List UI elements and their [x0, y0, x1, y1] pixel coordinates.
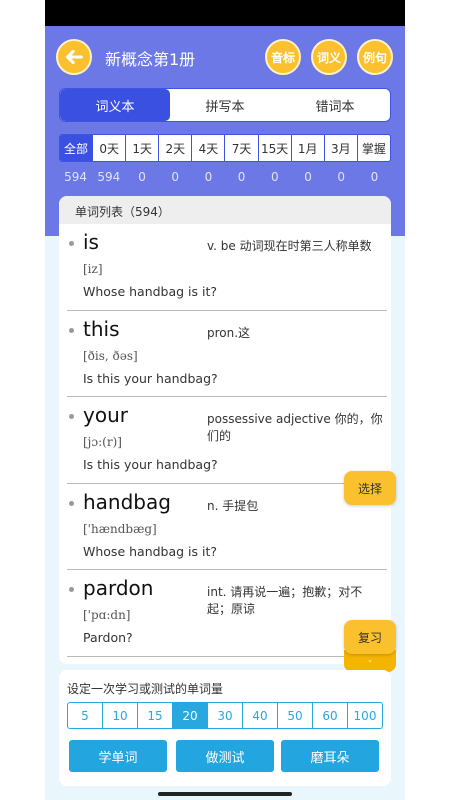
book-title: 新概念第1册 [105, 50, 196, 69]
amount-option[interactable]: 10 [102, 703, 137, 728]
bullet-icon [69, 241, 74, 246]
book-type-tabs: 词义本 拼写本 错词本 [59, 88, 391, 122]
amount-option-selected[interactable]: 20 [172, 703, 207, 728]
count-4-day: 0 [204, 170, 213, 184]
review-button[interactable]: 复习 [344, 620, 396, 654]
count-3-month: 0 [337, 170, 346, 184]
back-button[interactable] [56, 39, 92, 75]
word-amount-selector: 5 10 15 20 30 40 50 60 100 [67, 702, 383, 729]
word-example: Whose handbag is it? [83, 543, 218, 559]
word-meaning: int. 请再说一遍；抱歉；对不起；原谅 [207, 585, 363, 617]
filter-all[interactable]: 全部 [60, 135, 93, 161]
amount-option[interactable]: 15 [137, 703, 172, 728]
count-15-day: 0 [271, 170, 279, 184]
filter-1-day[interactable]: 1天 [125, 135, 158, 161]
amount-option[interactable]: 60 [312, 703, 347, 728]
word-example: Is this your handbag? [83, 370, 218, 386]
example-toggle-button[interactable]: 例句 [357, 39, 393, 75]
word-phonetic: [iz] [83, 262, 103, 276]
bullet-icon [69, 327, 74, 333]
word-text: handbag [83, 489, 171, 514]
word-item[interactable]: pardon ['pɑ:dn] int. 请再说一遍；抱歉；对不起；原谅 Par… [67, 570, 387, 657]
count-1-month: 0 [304, 170, 312, 184]
take-test-button[interactable]: 做测试 [176, 740, 274, 772]
select-button[interactable]: 选择 [344, 471, 396, 505]
count-7-day: 0 [237, 170, 246, 184]
word-text: is [83, 230, 99, 254]
word-example: Whose handbag is it? [83, 284, 218, 299]
filter-mastered[interactable]: 掌握 [356, 135, 390, 161]
status-bar [45, 0, 405, 26]
filter-4-day[interactable]: 4天 [191, 135, 224, 161]
word-phonetic: [ðis, ðəs] [83, 348, 138, 363]
word-phonetic: ['hændbæg] [83, 521, 157, 536]
word-list: 单词列表（594） is [iz] v. be 动词现在时第三人称单数 Whos… [59, 196, 391, 664]
amount-option[interactable]: 50 [277, 703, 312, 728]
word-meaning: possessive adjective 你的，你们的 [207, 412, 383, 444]
word-amount-label: 设定一次学习或测试的单词量 [67, 682, 224, 696]
filter-0-day[interactable]: 0天 [92, 135, 125, 161]
amount-option[interactable]: 40 [242, 703, 277, 728]
word-item[interactable]: is [iz] v. be 动词现在时第三人称单数 Whose handbag … [67, 224, 387, 311]
filter-2-day[interactable]: 2天 [158, 135, 191, 161]
word-text: your [83, 403, 128, 428]
phonetic-toggle-button[interactable]: 音标 [265, 39, 301, 75]
filter-counts: 594 594 0 0 0 0 0 0 0 0 [59, 170, 391, 184]
tab-spelling-book[interactable]: 拼写本 [170, 89, 280, 121]
count-0-day: 594 [97, 170, 121, 184]
word-meaning: v. be 动词现在时第三人称单数 [207, 239, 372, 253]
amount-option[interactable]: 100 [347, 703, 382, 728]
filter-15-day[interactable]: 15天 [257, 135, 291, 161]
word-list-header: 单词列表（594） [59, 196, 391, 224]
learn-words-button[interactable]: 学单词 [69, 740, 167, 772]
tab-mistake-book[interactable]: 错词本 [280, 89, 390, 121]
amount-option[interactable]: 30 [207, 703, 242, 728]
word-text: pardon [83, 576, 154, 601]
word-example: Pardon? [83, 630, 133, 646]
word-text: this [83, 316, 120, 341]
tab-meaning-book[interactable]: 词义本 [60, 89, 170, 121]
word-phonetic: ['pɑ:dn] [83, 608, 131, 623]
count-1-day: 0 [138, 170, 146, 184]
filter-1-month[interactable]: 1月 [290, 135, 324, 161]
bullet-icon [69, 414, 74, 420]
bullet-icon [69, 587, 74, 593]
study-settings-panel: 设定一次学习或测试的单词量 5 10 15 20 30 40 50 60 100… [59, 670, 391, 786]
filter-7-day[interactable]: 7天 [224, 135, 257, 161]
count-2-day: 0 [171, 170, 180, 184]
word-meaning: pron.这 [207, 325, 251, 340]
bullet-icon [69, 500, 74, 506]
meaning-toggle-button[interactable]: 词义 [311, 39, 347, 75]
word-example: Is this your handbag? [83, 457, 218, 473]
word-item[interactable]: handbag ['hændbæg] n. 手提包 Whose handbag … [67, 484, 387, 571]
word-item[interactable]: this [ðis, ðəs] pron.这 Is this your hand… [67, 311, 387, 398]
home-indicator [158, 792, 292, 796]
app-screen: 新概念第1册 音标 词义 例句 词义本 拼写本 错词本 全部 0天 1天 2天 … [45, 0, 405, 800]
review-interval-filter: 全部 0天 1天 2天 4天 7天 15天 1月 3月 掌握 [59, 134, 391, 162]
arrow-left-icon [66, 49, 83, 65]
listening-practice-button[interactable]: 磨耳朵 [281, 740, 379, 772]
filter-3-month[interactable]: 3月 [323, 135, 357, 161]
count-all: 594 [64, 170, 88, 184]
word-item[interactable]: your [jɔ:(r)] possessive adjective 你的，你们… [67, 397, 387, 484]
word-phonetic: [jɔ:(r)] [83, 435, 122, 450]
amount-option[interactable]: 5 [68, 703, 102, 728]
top-bar: 新概念第1册 音标 词义 例句 [53, 36, 397, 78]
count-mastered: 0 [370, 170, 379, 184]
